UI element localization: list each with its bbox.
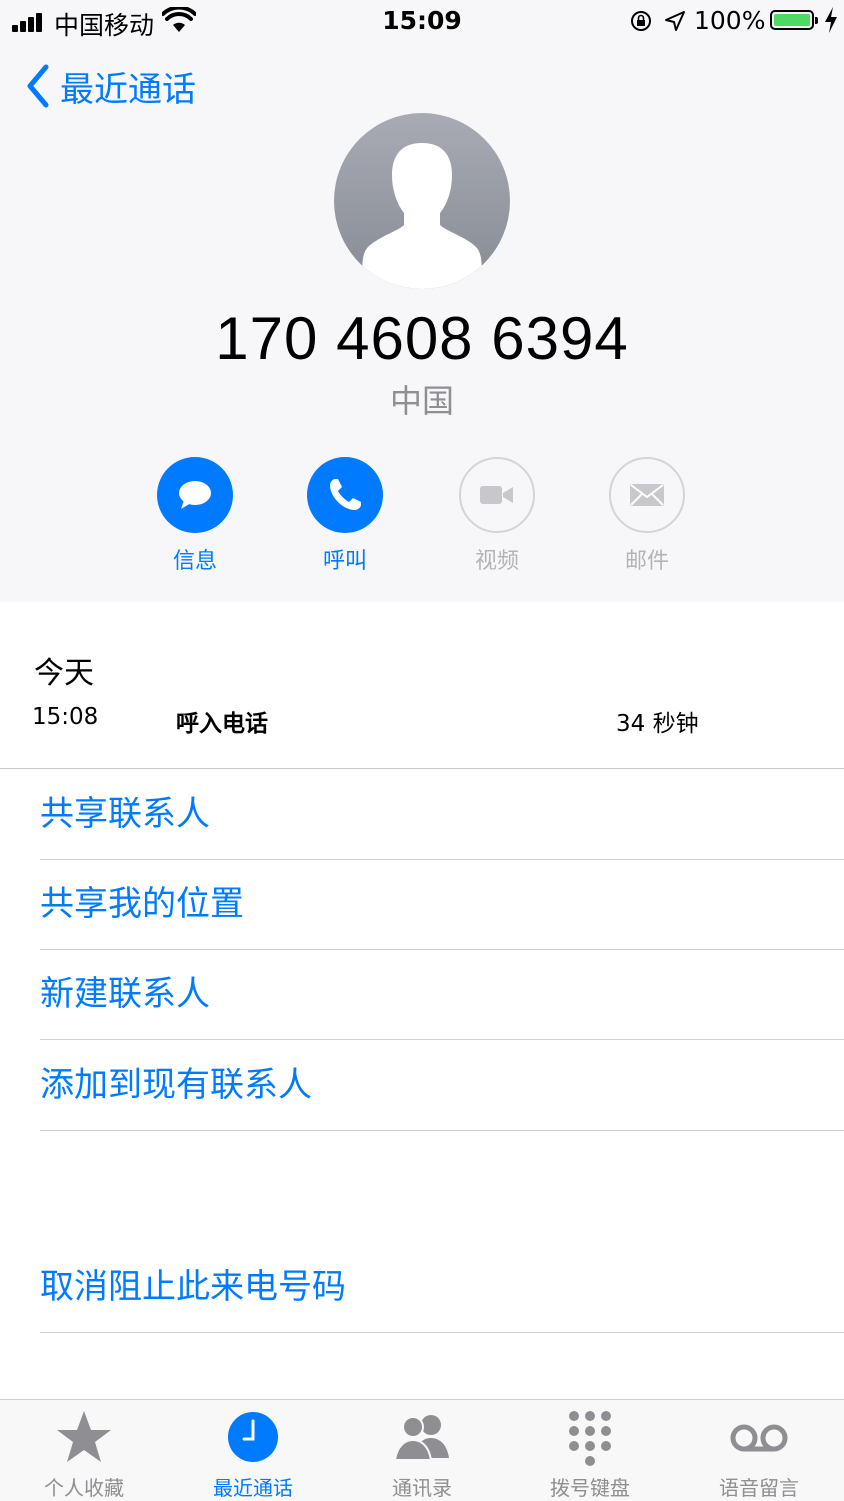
status-bar: 中国移动 15:09 100% — [0, 0, 844, 44]
tab-label: 语音留言 — [719, 1476, 799, 1500]
mail-icon — [630, 484, 664, 506]
tab-keypad[interactable]: 拨号键盘 — [506, 1400, 674, 1501]
tab-voicemail[interactable]: 语音留言 — [675, 1400, 843, 1501]
tab-label: 最近通话 — [213, 1476, 293, 1500]
mail-label: 邮件 — [624, 549, 669, 574]
call-type: 呼入电话 — [176, 711, 268, 737]
tab-label: 个人收藏 — [44, 1476, 124, 1500]
star-icon — [57, 1411, 111, 1462]
battery-percent: 100% — [694, 6, 766, 35]
tab-recents[interactable]: 最近通话 — [169, 1400, 337, 1501]
chevron-left-icon — [27, 64, 49, 108]
video-icon — [480, 486, 513, 504]
video-button[interactable]: 视频 — [437, 457, 557, 575]
call-label: 呼叫 — [322, 549, 367, 574]
video-label: 视频 — [474, 549, 519, 574]
tab-label: 拨号键盘 — [550, 1476, 630, 1500]
call-time: 15:08 — [32, 704, 99, 730]
message-label: 信息 — [172, 549, 217, 574]
location-icon — [665, 11, 685, 31]
phone-number: 170 4608 6394 — [215, 305, 629, 372]
share-location-button[interactable]: 共享我的位置 — [40, 859, 844, 950]
unblock-caller-button[interactable]: 取消阻止此来电号码 — [40, 1242, 844, 1333]
battery-icon — [770, 10, 818, 30]
charging-icon — [825, 7, 837, 33]
tab-contacts[interactable]: 通讯录 — [338, 1400, 506, 1501]
new-contact-button[interactable]: 新建联系人 — [40, 949, 844, 1040]
back-button[interactable]: 最近通话 — [24, 60, 196, 112]
share-contact-button[interactable]: 共享联系人 — [40, 769, 844, 860]
tab-label: 通讯录 — [392, 1476, 452, 1500]
tab-favorites[interactable]: 个人收藏 — [0, 1400, 168, 1501]
call-button[interactable]: 呼叫 — [285, 457, 405, 575]
mail-button[interactable]: 邮件 — [587, 457, 707, 575]
clock-icon — [228, 1412, 278, 1462]
message-icon — [179, 481, 211, 509]
avatar — [334, 113, 510, 289]
person-silhouette-icon — [362, 143, 482, 289]
tab-bar: 个人收藏 最近通话 通讯录 拨号键盘 语音留言 — [0, 1399, 844, 1501]
contacts-icon — [393, 1415, 449, 1461]
call-duration: 34 秒钟 — [616, 711, 699, 737]
message-button[interactable]: 信息 — [135, 457, 255, 575]
back-label: 最近通话 — [60, 69, 196, 110]
keypad-icon — [569, 1411, 611, 1466]
add-to-existing-contact-button[interactable]: 添加到现有联系人 — [40, 1040, 844, 1131]
rotation-lock-icon — [631, 11, 651, 31]
voicemail-icon — [730, 1424, 788, 1452]
history-day: 今天 — [34, 656, 94, 691]
phone-icon — [330, 479, 361, 510]
number-region: 中国 — [389, 382, 454, 420]
